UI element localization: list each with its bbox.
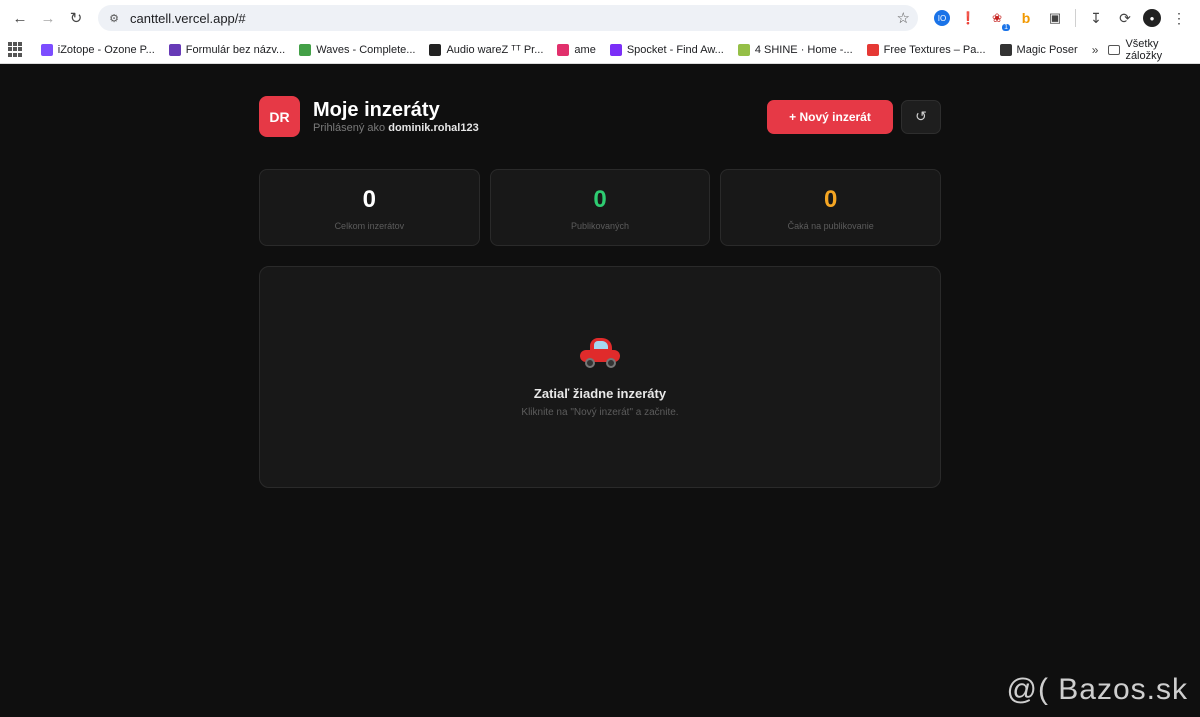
bookmark-label: Free Textures – Pa... — [883, 43, 986, 56]
bookmark-favicon-icon — [866, 43, 879, 56]
all-bookmarks-folder[interactable]: Všetky záložky — [1108, 38, 1192, 62]
bookmark-label: Spocket - Find Aw... — [626, 43, 724, 56]
stat-total-value: 0 — [362, 185, 377, 213]
bookmark-item[interactable]: iZotope - Ozone P... — [40, 43, 155, 56]
stat-pending-label: Čaká na publikovanie — [787, 220, 874, 231]
forward-arrow-icon[interactable]: → — [34, 4, 62, 32]
page-header: DR Moje inzeráty Prihlásený ako dominik.… — [259, 96, 941, 137]
stat-card-total: 0 Celkom inzerátov — [259, 169, 480, 246]
stat-card-published: 0 Publikovaných — [489, 169, 711, 246]
bookmark-item[interactable]: 4 SHINE · Home -... — [737, 43, 853, 56]
url-text[interactable]: canttell.vercel.app/# — [130, 11, 897, 26]
extension-gift-icon[interactable]: ❀ 1 — [986, 7, 1010, 31]
bookmark-favicon-icon — [299, 43, 312, 56]
back-arrow-icon[interactable]: ← — [6, 4, 34, 32]
extension-b-icon[interactable]: b — [1015, 7, 1037, 29]
bookmark-item[interactable]: ame — [557, 43, 596, 56]
user-avatar: DR — [259, 96, 300, 137]
all-bookmarks-label: Všetky záložky — [1125, 37, 1163, 62]
address-bar[interactable]: ⚙ canttell.vercel.app/# ☆ — [98, 5, 918, 31]
bookmarks-bar: iZotope - Ozone P... Formulár bez názv...… — [0, 36, 1200, 63]
bookmark-item[interactable]: Waves - Complete... — [299, 43, 416, 56]
browser-chrome: ← → ↻ ⚙ canttell.vercel.app/# ☆ IO ❗ ❀ 1 … — [0, 0, 1200, 64]
new-listing-button[interactable]: + Nový inzerát — [767, 99, 893, 134]
username: dominik.rohal123 — [388, 122, 479, 134]
stat-total-label: Celkom inzerátov — [334, 220, 405, 231]
bookmark-favicon-icon — [557, 43, 570, 56]
performance-icon[interactable]: ⟳ — [1114, 7, 1136, 29]
browser-toolbar: ← → ↻ ⚙ canttell.vercel.app/# ☆ IO ❗ ❀ 1 … — [0, 0, 1200, 36]
bookmark-favicon-icon — [999, 43, 1012, 56]
extensions-area: IO ❗ ❀ 1 b ▣ ↧ ⟳ ● ⋮ — [934, 7, 1190, 31]
bookmark-favicon-icon — [609, 43, 622, 56]
bookmark-item[interactable]: Audio wareZ ᵀᵀ Pr... — [429, 43, 544, 56]
toolbar-divider — [1075, 9, 1076, 27]
watermark: @( Bazos.sk — [1006, 673, 1188, 706]
refresh-button[interactable]: ↺ — [901, 99, 941, 134]
bookmark-label: 4 SHINE · Home -... — [754, 43, 853, 56]
more-bookmarks-chevron-icon[interactable]: » — [1092, 43, 1099, 57]
extensions-puzzle-icon[interactable]: ▣ — [1044, 7, 1066, 29]
reload-icon[interactable]: ↻ — [62, 4, 90, 32]
bookmark-label: ame — [574, 43, 596, 56]
bookmark-favicon-icon — [737, 43, 750, 56]
extension-badge: 1 — [1002, 24, 1010, 31]
download-icon[interactable]: ↧ — [1085, 7, 1107, 29]
bookmark-item[interactable]: Spocket - Find Aw... — [609, 43, 724, 56]
bookmark-label: Formulár bez názv... — [185, 43, 286, 56]
empty-state: Zatiaľ žiadne inzeráty Kliknite na "Nový… — [259, 266, 941, 488]
extension-io-icon[interactable]: IO — [934, 10, 950, 26]
site-info-icon[interactable]: ⚙ — [106, 10, 122, 26]
bookmark-favicon-icon — [429, 43, 442, 56]
bookmark-item[interactable]: Formulár bez názv... — [168, 43, 286, 56]
header-actions: + Nový inzerát ↺ — [767, 99, 941, 134]
bookmark-label: iZotope - Ozone P... — [57, 43, 155, 56]
refresh-icon: ↺ — [915, 108, 927, 124]
bookmark-list: iZotope - Ozone P... Formulár bez názv...… — [40, 43, 1092, 56]
bookmark-favicon-icon — [40, 43, 53, 56]
stat-card-pending: 0 Čaká na publikovanie — [720, 169, 942, 246]
app-container: DR Moje inzeráty Prihlásený ako dominik.… — [259, 64, 942, 488]
empty-state-subtitle: Kliknite na "Nový inzerát" a začnite. — [521, 407, 679, 418]
bookmark-favicon-icon — [168, 43, 181, 56]
stat-pending-value: 0 — [824, 185, 838, 213]
bookmark-label: Magic Poser — [1016, 43, 1078, 56]
stats-row: 0 Celkom inzerátov 0 Publikovaných 0 Čak… — [259, 169, 942, 246]
bookmark-label: Waves - Complete... — [316, 43, 416, 56]
car-icon — [578, 336, 622, 370]
stat-published-value: 0 — [593, 185, 607, 213]
stat-published-label: Publikovaných — [570, 220, 630, 231]
kebab-menu-icon[interactable]: ⋮ — [1168, 7, 1190, 29]
login-prefix: Prihlásený ako — [313, 122, 386, 134]
bookmark-label: Audio wareZ ᵀᵀ Pr... — [446, 43, 544, 56]
bookmark-star-icon[interactable]: ☆ — [897, 9, 910, 27]
bookmark-item[interactable]: Free Textures – Pa... — [866, 43, 986, 56]
page-title: Moje inzeráty — [313, 99, 440, 121]
login-status: Prihlásený ako dominik.rohal123 — [313, 122, 479, 135]
empty-state-title: Zatiaľ žiadne inzeráty — [533, 386, 667, 401]
extension-thumbs-down-icon[interactable]: ❗ — [957, 7, 979, 29]
apps-grid-icon[interactable] — [8, 41, 23, 58]
folder-icon — [1108, 44, 1121, 55]
profile-avatar-icon[interactable]: ● — [1143, 9, 1161, 27]
bookmark-item[interactable]: Magic Poser — [999, 43, 1078, 56]
header-titles: Moje inzeráty Prihlásený ako dominik.roh… — [313, 98, 479, 135]
